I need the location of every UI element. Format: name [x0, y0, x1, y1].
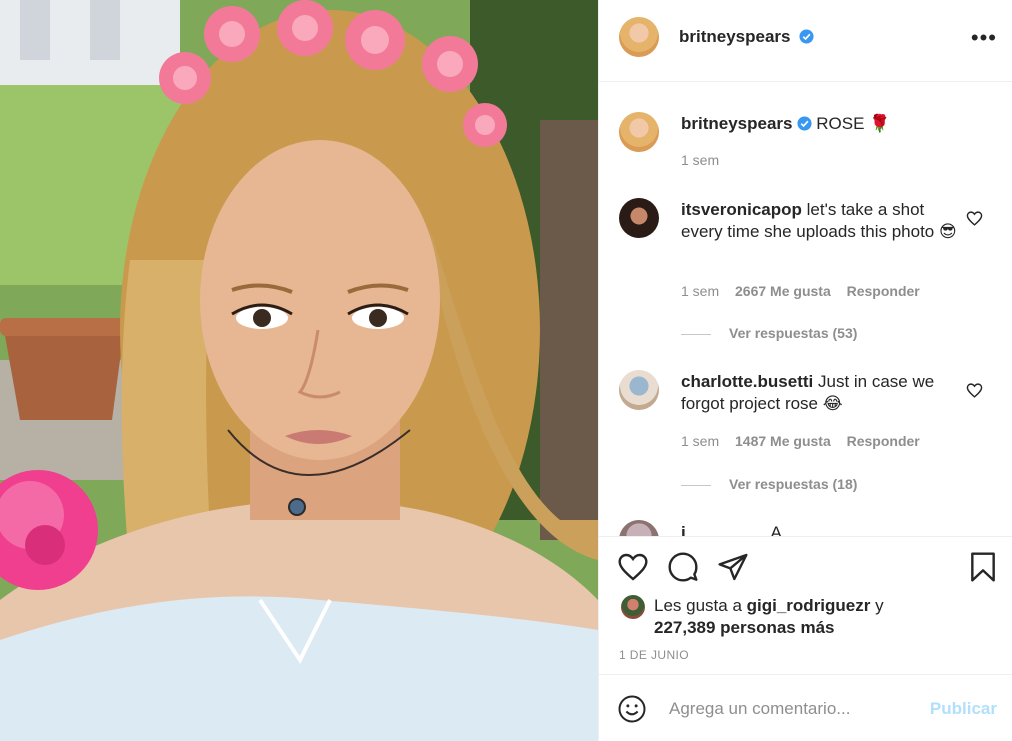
post-header: britneyspears ••• [599, 0, 1012, 82]
caption-time[interactable]: 1 sem [681, 152, 719, 168]
comment-username[interactable]: i [681, 523, 686, 536]
comment-avatar[interactable] [619, 370, 659, 410]
likes-summary: Les gusta a gigi_rodriguezr y 227,389 pe… [654, 595, 884, 639]
comment-like-heart-icon[interactable] [966, 382, 983, 399]
caption-meta: 1 sem [681, 152, 731, 168]
author-avatar[interactable] [619, 17, 659, 57]
comment-username[interactable]: itsveronicapop [681, 200, 802, 219]
comment-meta: 1 sem 2667 Me gusta Responder [681, 283, 932, 299]
comment-avatar[interactable] [619, 198, 659, 238]
post-actions: Les gusta a gigi_rodriguezr y 227,389 pe… [599, 536, 1012, 674]
caption-text: britneyspears ROSE 🌹 [681, 113, 961, 135]
comment-bubble-icon[interactable] [667, 551, 699, 583]
comment-meta: 1 sem 1487 Me gusta Responder [681, 433, 932, 449]
post-photo[interactable] [0, 0, 598, 741]
comment-reply-button[interactable]: Responder [847, 283, 920, 299]
comment-likes[interactable]: 1487 Me gusta [735, 433, 831, 449]
comment-body: A [770, 523, 782, 536]
photo-illustration [0, 0, 598, 741]
post-side-panel: britneyspears ••• britneyspears ROSE 🌹 1… [598, 0, 1012, 741]
author-username[interactable]: britneyspears [679, 27, 791, 46]
comment-time[interactable]: 1 sem [681, 283, 719, 299]
view-replies-button[interactable]: Ver respuestas (53) [681, 325, 857, 341]
caption-body: ROSE 🌹 [816, 114, 891, 133]
comment-text: i A [681, 522, 961, 536]
comment-like-heart-icon[interactable] [966, 210, 983, 227]
view-replies-button[interactable]: Ver respuestas (18) [681, 476, 857, 492]
comments-list[interactable]: britneyspears ROSE 🌹 1 sem itsveronicapo… [599, 82, 1012, 536]
comment-avatar[interactable] [619, 520, 659, 536]
view-replies-label[interactable]: Ver respuestas (18) [729, 476, 857, 492]
liker-avatar[interactable] [621, 595, 645, 619]
likes-conj: y [875, 596, 884, 615]
likes-user[interactable]: gigi_rodriguezr [747, 596, 871, 615]
comment-reply-button[interactable]: Responder [847, 433, 920, 449]
likes-count[interactable]: 227,389 personas más [654, 618, 835, 637]
caption-avatar[interactable] [619, 112, 659, 152]
post-date[interactable]: 1 DE JUNIO [619, 648, 689, 662]
comment-time[interactable]: 1 sem [681, 433, 719, 449]
more-options-icon[interactable]: ••• [971, 27, 997, 49]
replies-divider [681, 484, 711, 486]
comment-text: charlotte.busetti Just in case we forgot… [681, 371, 961, 415]
save-bookmark-icon[interactable] [967, 551, 999, 583]
emoji-smiley-icon[interactable] [617, 694, 647, 724]
view-replies-label[interactable]: Ver respuestas (53) [729, 325, 857, 341]
verified-badge-icon [796, 116, 812, 131]
likes-prefix: Les gusta a [654, 596, 742, 615]
verified-badge-icon [799, 29, 814, 44]
comment-likes[interactable]: 2667 Me gusta [735, 283, 831, 299]
caption-username[interactable]: britneyspears [681, 114, 793, 133]
replies-divider [681, 333, 711, 335]
comment-input[interactable] [669, 695, 919, 723]
publish-button[interactable]: Publicar [930, 699, 997, 719]
comment-username[interactable]: charlotte.busetti [681, 372, 813, 391]
comment-text: itsveronicapop let's take a shot every t… [681, 199, 961, 243]
comment-composer: Publicar [599, 674, 1012, 741]
author-name-row: britneyspears [679, 27, 814, 47]
like-heart-icon[interactable] [617, 551, 649, 583]
share-paper-plane-icon[interactable] [717, 551, 749, 583]
